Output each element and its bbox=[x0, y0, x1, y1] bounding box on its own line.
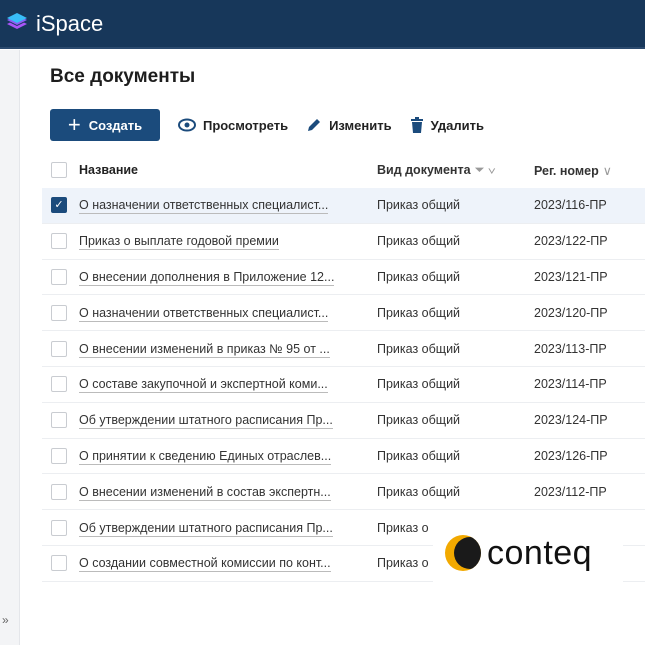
table-row[interactable]: Приказ о выплате годовой премии Приказ о… bbox=[42, 224, 645, 260]
column-kind[interactable]: Вид документа ⏷ ∨ bbox=[377, 163, 534, 178]
document-link[interactable]: О назначении ответственных специалист... bbox=[79, 198, 329, 215]
trash-icon bbox=[410, 117, 423, 133]
ispace-logo-icon bbox=[7, 12, 27, 29]
sort-chevron-icon[interactable]: ∨ bbox=[603, 164, 612, 178]
row-kind: Приказ общий bbox=[377, 305, 461, 320]
row-kind: Приказ общий bbox=[377, 377, 461, 392]
row-reg: 2023/121-ПР bbox=[534, 269, 608, 284]
pencil-icon bbox=[308, 119, 321, 131]
table-row[interactable]: О назначении ответственных специалист...… bbox=[42, 295, 645, 332]
conteq-logo-icon bbox=[445, 535, 481, 571]
table-row[interactable]: О внесении дополнения в Приложение 12...… bbox=[42, 260, 645, 296]
sidebar: » bbox=[0, 50, 20, 645]
delete-label: Удалить bbox=[430, 117, 484, 133]
document-link[interactable]: О внесении дополнения в Приложение 12... bbox=[79, 269, 335, 286]
document-link[interactable]: О внесении изменений в приказ № 95 от ..… bbox=[79, 341, 330, 358]
edit-button[interactable]: Изменить bbox=[306, 117, 392, 133]
create-button[interactable]: + Создать bbox=[50, 109, 160, 141]
row-reg: 2023/122-ПР bbox=[534, 234, 608, 249]
row-kind: Приказ общий bbox=[377, 413, 461, 428]
document-link[interactable]: О внесении изменений в состав экспертн..… bbox=[79, 484, 331, 501]
row-kind: Приказ общий bbox=[377, 341, 461, 356]
row-name-cell: О внесении изменений в состав экспертн..… bbox=[79, 484, 377, 501]
row-reg: 2023/124-ПР bbox=[534, 413, 608, 428]
create-label: Создать bbox=[88, 117, 143, 133]
table-header: Название Вид документа ⏷ ∨ Рег. номер ∨ bbox=[42, 152, 645, 188]
row-kind: Приказ общий bbox=[377, 234, 461, 249]
row-kind: Приказ общий bbox=[377, 198, 461, 213]
row-checkbox[interactable] bbox=[51, 340, 67, 357]
row-checkbox[interactable] bbox=[51, 483, 67, 500]
document-link[interactable]: О составе закупочной и экспертной коми..… bbox=[79, 377, 328, 394]
table-row[interactable]: ✓ О назначении ответственных специалист.… bbox=[42, 188, 645, 224]
expand-sidebar-icon[interactable]: » bbox=[2, 613, 9, 627]
row-name-cell: О внесении дополнения в Приложение 12... bbox=[79, 269, 377, 286]
row-kind: Приказ общий bbox=[377, 269, 461, 284]
row-checkbox[interactable] bbox=[51, 304, 67, 321]
top-bar: iSpace bbox=[0, 0, 645, 49]
row-checkbox[interactable] bbox=[51, 233, 67, 250]
edit-label: Изменить bbox=[329, 117, 392, 133]
row-name-cell: О принятии к сведению Единых отраслев... bbox=[79, 448, 377, 465]
conteq-brand: conteq bbox=[487, 533, 593, 572]
row-name-cell: О создании совместной комиссии по конт..… bbox=[79, 556, 377, 573]
column-name[interactable]: Название bbox=[79, 163, 377, 177]
row-checkbox[interactable] bbox=[51, 412, 67, 429]
row-name-cell: Об утверждении штатного расписания Пр... bbox=[79, 520, 377, 537]
page-title: Все документы bbox=[50, 66, 196, 87]
row-reg: 2023/114-ПР bbox=[534, 377, 607, 392]
row-checkbox[interactable] bbox=[51, 376, 67, 393]
document-link[interactable]: О создании совместной комиссии по конт..… bbox=[79, 556, 331, 573]
table-row[interactable]: О внесении изменений в состав экспертн..… bbox=[42, 474, 645, 511]
row-kind: Приказ общий bbox=[377, 448, 461, 463]
row-reg: 2023/113-ПР bbox=[534, 341, 607, 356]
plus-icon: + bbox=[67, 112, 81, 137]
delete-button[interactable]: Удалить bbox=[410, 117, 484, 133]
row-name-cell: О назначении ответственных специалист... bbox=[79, 198, 377, 215]
table-row[interactable]: О составе закупочной и экспертной коми..… bbox=[42, 367, 645, 403]
document-link[interactable]: Об утверждении штатного расписания Пр... bbox=[79, 520, 333, 537]
row-name-cell: О назначении ответственных специалист... bbox=[79, 305, 377, 322]
row-name-cell: О составе закупочной и экспертной коми..… bbox=[79, 377, 377, 394]
view-label: Просмотреть bbox=[203, 117, 289, 133]
filter-icon[interactable]: ⏷ ∨ bbox=[475, 163, 496, 177]
document-link[interactable]: О назначении ответственных специалист... bbox=[79, 305, 329, 322]
row-kind: Приказ общий bbox=[377, 484, 461, 499]
app-title[interactable]: iSpace bbox=[36, 11, 103, 37]
row-checkbox[interactable] bbox=[51, 519, 67, 536]
document-link[interactable]: Приказ о выплате годовой премии bbox=[79, 234, 279, 251]
row-reg: 2023/126-ПР bbox=[534, 448, 608, 463]
conteq-watermark: conteq bbox=[433, 514, 623, 592]
table-row[interactable]: Об утверждении штатного расписания Пр...… bbox=[42, 403, 645, 439]
view-button[interactable]: Просмотреть bbox=[178, 118, 288, 133]
row-checkbox[interactable] bbox=[51, 555, 67, 572]
row-reg: 2023/116-ПР bbox=[534, 198, 607, 213]
row-name-cell: Об утверждении штатного расписания Пр... bbox=[79, 413, 377, 430]
row-checkbox[interactable] bbox=[51, 447, 67, 464]
row-checkbox[interactable]: ✓ bbox=[51, 197, 67, 214]
eye-icon bbox=[178, 118, 196, 132]
row-reg: 2023/120-ПР bbox=[534, 305, 608, 320]
table-row[interactable]: О принятии к сведению Единых отраслев...… bbox=[42, 439, 645, 475]
row-checkbox[interactable] bbox=[51, 268, 67, 285]
column-reg-label: Рег. номер bbox=[534, 163, 599, 178]
column-kind-label: Вид документа bbox=[377, 162, 471, 177]
row-name-cell: Приказ о выплате годовой премии bbox=[79, 234, 377, 251]
table-row[interactable]: О внесении изменений в приказ № 95 от ..… bbox=[42, 331, 645, 367]
select-all-checkbox[interactable] bbox=[51, 162, 67, 178]
toolbar: + Создать Просмотреть Изменить Удалить bbox=[50, 109, 484, 141]
row-name-cell: О внесении изменений в приказ № 95 от ..… bbox=[79, 341, 377, 358]
document-link[interactable]: Об утверждении штатного расписания Пр... bbox=[79, 413, 333, 430]
column-reg[interactable]: Рег. номер ∨ bbox=[534, 163, 612, 178]
row-reg: 2023/112-ПР bbox=[534, 484, 607, 499]
document-link[interactable]: О принятии к сведению Единых отраслев... bbox=[79, 448, 332, 465]
